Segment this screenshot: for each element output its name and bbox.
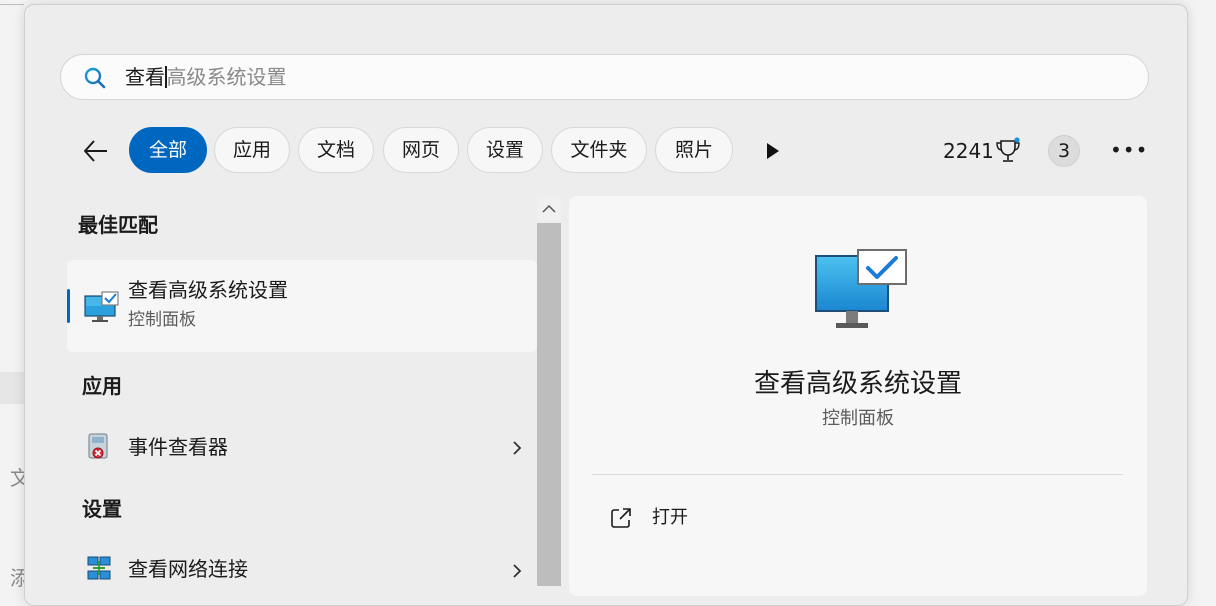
event-viewer-icon <box>88 433 108 459</box>
filter-chip-all[interactable]: 全部 <box>129 127 207 173</box>
filter-chip-folders[interactable]: 文件夹 <box>551 127 647 173</box>
back-arrow-icon[interactable] <box>82 138 110 164</box>
chevron-right-icon[interactable] <box>510 441 524 455</box>
chevron-up-icon <box>542 204 556 213</box>
rewards-trophy-icon[interactable] <box>995 137 1021 165</box>
selection-indicator <box>67 289 70 323</box>
preview-title: 查看高级系统设置 <box>753 369 962 399</box>
filter-chip-settings[interactable]: 设置 <box>467 127 543 173</box>
background-window-edge <box>0 4 24 5</box>
settings-header: 设置 <box>82 497 122 521</box>
account-badge[interactable]: 3 <box>1048 135 1080 167</box>
search-typed-text: 查看 <box>125 65 165 89</box>
rewards-points[interactable]: 2241 <box>943 138 994 164</box>
open-external-icon[interactable] <box>610 507 632 529</box>
filter-chip-web[interactable]: 网页 <box>383 127 459 173</box>
chevron-right-icon[interactable] <box>510 564 524 578</box>
system-settings-monitor-icon <box>84 291 119 322</box>
divider <box>592 474 1123 475</box>
app-result-event-viewer[interactable]: 事件查看器 <box>128 435 228 459</box>
filter-chip-photos[interactable]: 照片 <box>655 127 733 173</box>
setting-result-network-connections[interactable]: 查看网络连接 <box>128 557 248 581</box>
filter-chip-apps[interactable]: 应用 <box>214 127 290 173</box>
open-action-button[interactable]: 打开 <box>652 506 688 530</box>
network-connections-icon <box>87 556 111 580</box>
search-input[interactable]: 查看高级系统设置 <box>60 54 1149 100</box>
scrollbar-thumb[interactable] <box>537 223 561 586</box>
search-suggestion-text: 高级系统设置 <box>166 65 287 89</box>
filter-chip-documents[interactable]: 文档 <box>298 127 374 173</box>
best-match-title: 查看高级系统设置 <box>128 278 288 302</box>
apps-header: 应用 <box>82 374 122 398</box>
more-options-icon[interactable]: ••• <box>1110 138 1147 164</box>
background-window-strip <box>0 372 24 404</box>
best-match-subtitle: 控制面板 <box>128 310 196 330</box>
best-match-result[interactable] <box>67 260 537 352</box>
more-filters-arrow-icon[interactable] <box>767 143 779 159</box>
system-settings-monitor-icon <box>815 249 907 328</box>
best-match-header: 最佳匹配 <box>78 213 158 237</box>
search-icon <box>84 67 106 89</box>
search-query: 查看高级系统设置 <box>125 65 287 89</box>
preview-subtitle: 控制面板 <box>822 408 894 429</box>
scroll-up-button[interactable] <box>537 197 561 221</box>
